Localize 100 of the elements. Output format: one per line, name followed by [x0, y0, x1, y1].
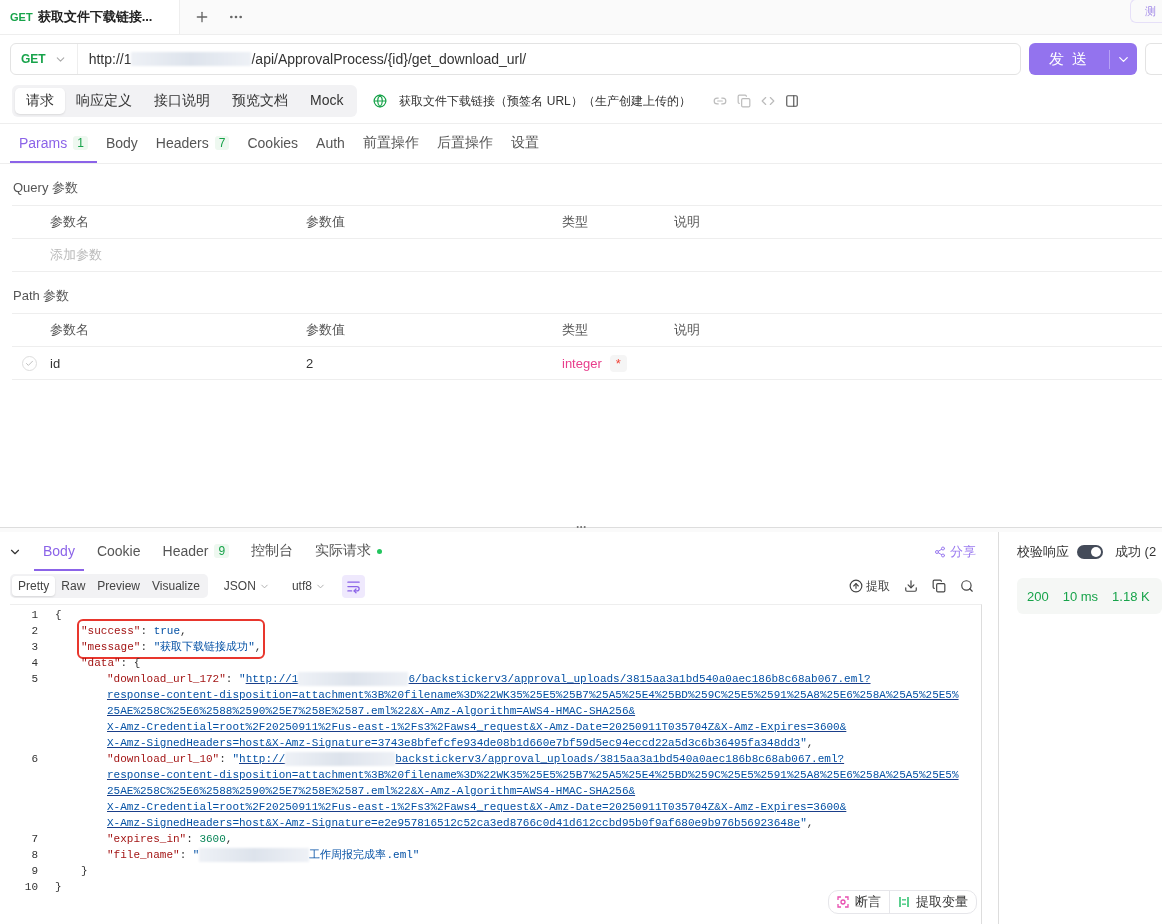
section-title: Query 参数 — [12, 179, 79, 197]
format-select[interactable]: JSON — [217, 579, 276, 593]
params-tab[interactable]: Headers 7 — [146, 124, 239, 163]
view-mode-tab[interactable]: Pretty — [12, 576, 56, 596]
url-link[interactable]: backstickerv3/approval_uploads/3815aa3a1bd540a0aec186b8c68ab067.eml? — [395, 753, 845, 765]
params-tab[interactable]: Params 1 — [10, 124, 97, 163]
params-tab[interactable]: Cookies — [238, 124, 308, 163]
line-number: 4 — [31, 657, 38, 669]
column-header: 参数值 — [306, 321, 346, 339]
code-text: , — [806, 737, 814, 749]
response-tab[interactable]: 实际请求 — [306, 532, 392, 572]
code-text: , — [225, 833, 233, 845]
params-tab[interactable]: 后置操作 — [427, 124, 502, 163]
code-text: " — [192, 849, 200, 861]
code-text: "expires_in" — [107, 833, 187, 845]
request-section-tab[interactable]: 接口说明 — [143, 88, 221, 114]
code-text: "file_name" — [107, 849, 180, 861]
url-link[interactable]: X-Amz-SignedHeaders=host&X-Amz-Signature=3743e8bfefcfe934de08b1d660e7bf59d5ec94eccd22a5d3c6b36495fa348dd3 — [107, 737, 801, 749]
url-link[interactable]: http:// — [239, 753, 286, 765]
url-link[interactable]: 6/backstickerv3/approval_uploads/3815aa3a1bd540a0aec186b8c68ab067.eml? — [408, 673, 871, 685]
code-text: "message" — [81, 641, 141, 653]
code-text: : — [120, 657, 129, 669]
extract-variable-button[interactable]: 提取变量 — [889, 891, 976, 913]
wrap-icon[interactable] — [341, 574, 365, 598]
add-icon[interactable] — [194, 9, 210, 25]
code-text: true — [153, 625, 181, 637]
response-tab[interactable]: 控制台 — [242, 532, 303, 572]
response-tab[interactable]: Cookie — [87, 533, 150, 571]
search-icon[interactable] — [960, 579, 974, 593]
validate-toggle[interactable] — [1077, 545, 1103, 559]
url-link[interactable]: response-content-disposition=attachment%3B%20filename%3D%22WK35%25E5%25B7%25A5%25E4%25BD%259C%25E5%2591%25A8%25E6%258A%25A5%25E5% — [107, 769, 959, 781]
request-section-tab[interactable]: 预览文档 — [221, 88, 299, 114]
check-icon — [25, 358, 34, 368]
response-tab[interactable]: Body — [34, 533, 84, 571]
params-tab[interactable]: 前置操作 — [353, 124, 428, 163]
count-badge: 9 — [214, 544, 230, 558]
count-badge: 1 — [73, 135, 88, 150]
code-text: "download_url_172" — [107, 673, 226, 685]
response-size: 1.18 K — [1112, 588, 1150, 604]
code-text: : — [186, 833, 194, 845]
request-section-tab[interactable]: Mock — [299, 88, 355, 114]
code-text: " — [239, 673, 246, 685]
globe-icon — [373, 94, 388, 108]
view-mode-tab[interactable]: Raw — [55, 576, 92, 596]
url-link[interactable]: response-content-disposition=attachment%3B%20filename%3D%22WK35%25E5%25B7%25A5%25E4%25BD%259C%25E5%2591%25A8%25E6%258A%25A5%25E5% — [107, 689, 959, 701]
params-tab[interactable]: 设置 — [501, 124, 548, 163]
column-header: 参数名 — [50, 321, 90, 339]
url-text: /api/ApprovalProcess/{id}/get_download_url/ — [251, 51, 527, 67]
target-icon — [837, 896, 849, 908]
download-icon[interactable] — [904, 579, 918, 593]
url-text: http://1 — [88, 51, 132, 67]
line-number: 2 — [31, 625, 38, 637]
code-text: { — [133, 657, 141, 669]
code-text: : — [179, 849, 188, 861]
code-text: , — [806, 817, 814, 829]
code-text: , — [180, 625, 187, 637]
panel-icon[interactable] — [784, 94, 799, 108]
code-text: " — [800, 737, 807, 749]
variable-icon — [898, 896, 910, 908]
url-link[interactable]: 25AE%258C%25E6%2588%2590%25E7%258E%2587.eml%22&X-Amz-Algorithm=AWS4-HMAC-SHA256& — [107, 705, 636, 717]
count-badge: 7 — [214, 135, 230, 150]
column-header: 说明 — [674, 321, 701, 339]
code-text: : — [140, 625, 149, 637]
assert-button[interactable]: 断言 — [829, 891, 889, 913]
params-tab[interactable]: Body — [96, 124, 147, 163]
url-link[interactable]: X-Amz-SignedHeaders=host&X-Amz-Signature=e2e957816512c52ca3ed8766c0d41d612ccbd95b0f9af680e9b976b56923648e — [107, 817, 801, 829]
code-text: : — [140, 641, 149, 653]
url-field[interactable]: GET http://1 /api/ApprovalProcess/{id}/get_download_url/ — [10, 43, 1021, 75]
line-number: 8 — [31, 849, 38, 861]
send-button[interactable]: 发 送 — [1028, 43, 1137, 75]
view-mode-tab[interactable]: Visualize — [146, 576, 206, 596]
column-header: 说明 — [674, 213, 701, 231]
column-header: 参数值 — [306, 213, 346, 231]
params-tab[interactable]: Auth — [307, 124, 354, 163]
section-title: Path 参数 — [12, 287, 71, 305]
column-header: 参数名 — [50, 213, 90, 231]
url-link[interactable]: X-Amz-Credential=root%2F20250911%2Fus-east-1%2Fs3%2Faws4_request&X-Amz-Date=20250911T035704Z&X-Amz-Expires=3600& — [107, 801, 847, 813]
response-tab[interactable]: Header 9 — [153, 533, 239, 571]
request-section-tab[interactable]: 响应定义 — [65, 88, 143, 114]
code-text: "download_url_10" — [107, 753, 220, 765]
view-mode-tab[interactable]: Preview — [91, 576, 147, 596]
request-section-tab[interactable]: 请求 — [15, 88, 65, 114]
code-text: 3600 — [199, 833, 226, 845]
url-link[interactable]: http://1 — [245, 673, 299, 685]
url-link[interactable]: X-Amz-Credential=root%2F20250911%2Fus-east-1%2Fs3%2Faws4_request&X-Amz-Date=20250911T035704Z&X-Amz-Expires=3600& — [107, 721, 847, 733]
line-number: 9 — [31, 865, 38, 877]
request-tab[interactable]: GET 获取文件下载链接... — [0, 0, 180, 34]
line-number: 1 — [31, 609, 38, 621]
share-icon — [934, 546, 946, 558]
extract-button[interactable]: 提取 — [849, 577, 890, 595]
table-cell-text: 2 — [306, 355, 315, 371]
code-text: } — [55, 881, 62, 893]
code-text: "获取下载链接成功" — [153, 641, 255, 653]
copy-icon[interactable] — [932, 579, 946, 593]
line-number: 3 — [31, 641, 38, 653]
line-number: 7 — [31, 833, 38, 845]
line-number: 10 — [24, 881, 38, 893]
url-link[interactable]: 25AE%258C%25E6%2588%2590%25E7%258E%2587.eml%22&X-Amz-Algorithm=AWS4-HMAC-SHA256& — [107, 785, 636, 797]
api-name: 获取文件下载链接（预签名 URL）（生产创建上传的） — [399, 92, 691, 110]
encoding-select[interactable]: utf8 — [285, 579, 332, 593]
